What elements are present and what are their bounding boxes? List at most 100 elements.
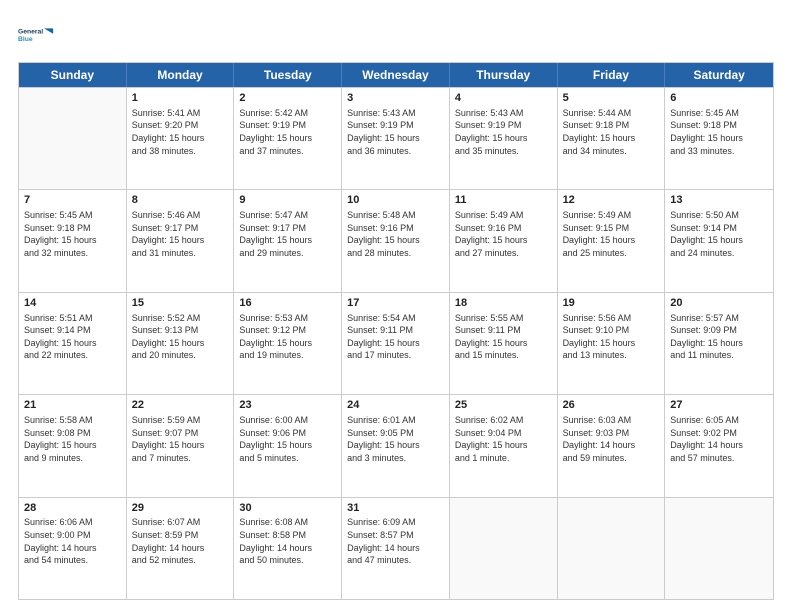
day-info: Sunrise: 5:43 AM Sunset: 9:19 PM Dayligh… bbox=[455, 107, 552, 157]
calendar: SundayMondayTuesdayWednesdayThursdayFrid… bbox=[18, 62, 774, 600]
day-number: 2 bbox=[239, 91, 336, 106]
day-cell-31: 31Sunrise: 6:09 AM Sunset: 8:57 PM Dayli… bbox=[342, 498, 450, 599]
day-cell-8: 8Sunrise: 5:46 AM Sunset: 9:17 PM Daylig… bbox=[127, 190, 235, 291]
day-number: 14 bbox=[24, 296, 121, 311]
day-cell-16: 16Sunrise: 5:53 AM Sunset: 9:12 PM Dayli… bbox=[234, 293, 342, 394]
calendar-row-1: 7Sunrise: 5:45 AM Sunset: 9:18 PM Daylig… bbox=[19, 189, 773, 291]
day-info: Sunrise: 6:02 AM Sunset: 9:04 PM Dayligh… bbox=[455, 414, 552, 464]
day-number: 6 bbox=[670, 91, 768, 106]
day-cell-22: 22Sunrise: 5:59 AM Sunset: 9:07 PM Dayli… bbox=[127, 395, 235, 496]
header-cell-friday: Friday bbox=[558, 63, 666, 87]
day-info: Sunrise: 5:47 AM Sunset: 9:17 PM Dayligh… bbox=[239, 209, 336, 259]
logo-icon: GeneralBlue bbox=[18, 18, 54, 54]
day-number: 11 bbox=[455, 193, 552, 208]
day-info: Sunrise: 6:08 AM Sunset: 8:58 PM Dayligh… bbox=[239, 516, 336, 566]
day-cell-29: 29Sunrise: 6:07 AM Sunset: 8:59 PM Dayli… bbox=[127, 498, 235, 599]
day-info: Sunrise: 5:48 AM Sunset: 9:16 PM Dayligh… bbox=[347, 209, 444, 259]
day-number: 25 bbox=[455, 398, 552, 413]
day-info: Sunrise: 5:49 AM Sunset: 9:15 PM Dayligh… bbox=[563, 209, 660, 259]
day-number: 22 bbox=[132, 398, 229, 413]
day-number: 28 bbox=[24, 501, 121, 516]
day-number: 17 bbox=[347, 296, 444, 311]
day-info: Sunrise: 5:41 AM Sunset: 9:20 PM Dayligh… bbox=[132, 107, 229, 157]
day-number: 24 bbox=[347, 398, 444, 413]
day-number: 4 bbox=[455, 91, 552, 106]
empty-cell-4-6 bbox=[665, 498, 773, 599]
calendar-row-3: 21Sunrise: 5:58 AM Sunset: 9:08 PM Dayli… bbox=[19, 394, 773, 496]
day-info: Sunrise: 5:45 AM Sunset: 9:18 PM Dayligh… bbox=[670, 107, 768, 157]
day-cell-24: 24Sunrise: 6:01 AM Sunset: 9:05 PM Dayli… bbox=[342, 395, 450, 496]
day-cell-6: 6Sunrise: 5:45 AM Sunset: 9:18 PM Daylig… bbox=[665, 88, 773, 189]
svg-text:General: General bbox=[18, 29, 43, 36]
day-cell-2: 2Sunrise: 5:42 AM Sunset: 9:19 PM Daylig… bbox=[234, 88, 342, 189]
day-cell-21: 21Sunrise: 5:58 AM Sunset: 9:08 PM Dayli… bbox=[19, 395, 127, 496]
day-number: 26 bbox=[563, 398, 660, 413]
day-info: Sunrise: 5:57 AM Sunset: 9:09 PM Dayligh… bbox=[670, 312, 768, 362]
day-cell-17: 17Sunrise: 5:54 AM Sunset: 9:11 PM Dayli… bbox=[342, 293, 450, 394]
day-info: Sunrise: 5:53 AM Sunset: 9:12 PM Dayligh… bbox=[239, 312, 336, 362]
day-number: 30 bbox=[239, 501, 336, 516]
calendar-body: 1Sunrise: 5:41 AM Sunset: 9:20 PM Daylig… bbox=[19, 87, 773, 599]
day-cell-11: 11Sunrise: 5:49 AM Sunset: 9:16 PM Dayli… bbox=[450, 190, 558, 291]
day-number: 5 bbox=[563, 91, 660, 106]
header-cell-sunday: Sunday bbox=[19, 63, 127, 87]
day-cell-30: 30Sunrise: 6:08 AM Sunset: 8:58 PM Dayli… bbox=[234, 498, 342, 599]
day-number: 31 bbox=[347, 501, 444, 516]
day-cell-19: 19Sunrise: 5:56 AM Sunset: 9:10 PM Dayli… bbox=[558, 293, 666, 394]
header: GeneralBlue bbox=[18, 18, 774, 54]
header-cell-tuesday: Tuesday bbox=[234, 63, 342, 87]
day-info: Sunrise: 6:00 AM Sunset: 9:06 PM Dayligh… bbox=[239, 414, 336, 464]
day-info: Sunrise: 6:03 AM Sunset: 9:03 PM Dayligh… bbox=[563, 414, 660, 464]
day-info: Sunrise: 6:09 AM Sunset: 8:57 PM Dayligh… bbox=[347, 516, 444, 566]
day-number: 18 bbox=[455, 296, 552, 311]
day-info: Sunrise: 5:43 AM Sunset: 9:19 PM Dayligh… bbox=[347, 107, 444, 157]
calendar-header: SundayMondayTuesdayWednesdayThursdayFrid… bbox=[19, 63, 773, 87]
day-number: 23 bbox=[239, 398, 336, 413]
day-info: Sunrise: 5:55 AM Sunset: 9:11 PM Dayligh… bbox=[455, 312, 552, 362]
day-cell-7: 7Sunrise: 5:45 AM Sunset: 9:18 PM Daylig… bbox=[19, 190, 127, 291]
day-info: Sunrise: 5:44 AM Sunset: 9:18 PM Dayligh… bbox=[563, 107, 660, 157]
day-info: Sunrise: 5:50 AM Sunset: 9:14 PM Dayligh… bbox=[670, 209, 768, 259]
header-cell-thursday: Thursday bbox=[450, 63, 558, 87]
day-info: Sunrise: 6:07 AM Sunset: 8:59 PM Dayligh… bbox=[132, 516, 229, 566]
day-number: 19 bbox=[563, 296, 660, 311]
day-cell-10: 10Sunrise: 5:48 AM Sunset: 9:16 PM Dayli… bbox=[342, 190, 450, 291]
day-info: Sunrise: 5:59 AM Sunset: 9:07 PM Dayligh… bbox=[132, 414, 229, 464]
day-cell-20: 20Sunrise: 5:57 AM Sunset: 9:09 PM Dayli… bbox=[665, 293, 773, 394]
day-cell-14: 14Sunrise: 5:51 AM Sunset: 9:14 PM Dayli… bbox=[19, 293, 127, 394]
calendar-row-4: 28Sunrise: 6:06 AM Sunset: 9:00 PM Dayli… bbox=[19, 497, 773, 599]
day-cell-5: 5Sunrise: 5:44 AM Sunset: 9:18 PM Daylig… bbox=[558, 88, 666, 189]
day-cell-18: 18Sunrise: 5:55 AM Sunset: 9:11 PM Dayli… bbox=[450, 293, 558, 394]
day-number: 21 bbox=[24, 398, 121, 413]
day-info: Sunrise: 5:46 AM Sunset: 9:17 PM Dayligh… bbox=[132, 209, 229, 259]
empty-cell-4-5 bbox=[558, 498, 666, 599]
day-info: Sunrise: 6:01 AM Sunset: 9:05 PM Dayligh… bbox=[347, 414, 444, 464]
day-info: Sunrise: 5:56 AM Sunset: 9:10 PM Dayligh… bbox=[563, 312, 660, 362]
header-cell-saturday: Saturday bbox=[665, 63, 773, 87]
day-number: 3 bbox=[347, 91, 444, 106]
day-cell-3: 3Sunrise: 5:43 AM Sunset: 9:19 PM Daylig… bbox=[342, 88, 450, 189]
day-number: 13 bbox=[670, 193, 768, 208]
logo: GeneralBlue bbox=[18, 18, 54, 54]
day-number: 16 bbox=[239, 296, 336, 311]
day-info: Sunrise: 5:42 AM Sunset: 9:19 PM Dayligh… bbox=[239, 107, 336, 157]
page: GeneralBlue SundayMondayTuesdayWednesday… bbox=[0, 0, 792, 612]
day-number: 29 bbox=[132, 501, 229, 516]
day-cell-28: 28Sunrise: 6:06 AM Sunset: 9:00 PM Dayli… bbox=[19, 498, 127, 599]
svg-text:Blue: Blue bbox=[18, 36, 33, 43]
day-number: 10 bbox=[347, 193, 444, 208]
day-info: Sunrise: 5:51 AM Sunset: 9:14 PM Dayligh… bbox=[24, 312, 121, 362]
day-cell-25: 25Sunrise: 6:02 AM Sunset: 9:04 PM Dayli… bbox=[450, 395, 558, 496]
day-cell-12: 12Sunrise: 5:49 AM Sunset: 9:15 PM Dayli… bbox=[558, 190, 666, 291]
day-cell-1: 1Sunrise: 5:41 AM Sunset: 9:20 PM Daylig… bbox=[127, 88, 235, 189]
day-number: 1 bbox=[132, 91, 229, 106]
day-cell-27: 27Sunrise: 6:05 AM Sunset: 9:02 PM Dayli… bbox=[665, 395, 773, 496]
header-cell-monday: Monday bbox=[127, 63, 235, 87]
header-cell-wednesday: Wednesday bbox=[342, 63, 450, 87]
empty-cell-4-4 bbox=[450, 498, 558, 599]
day-cell-23: 23Sunrise: 6:00 AM Sunset: 9:06 PM Dayli… bbox=[234, 395, 342, 496]
day-number: 20 bbox=[670, 296, 768, 311]
day-cell-4: 4Sunrise: 5:43 AM Sunset: 9:19 PM Daylig… bbox=[450, 88, 558, 189]
day-number: 15 bbox=[132, 296, 229, 311]
day-cell-26: 26Sunrise: 6:03 AM Sunset: 9:03 PM Dayli… bbox=[558, 395, 666, 496]
